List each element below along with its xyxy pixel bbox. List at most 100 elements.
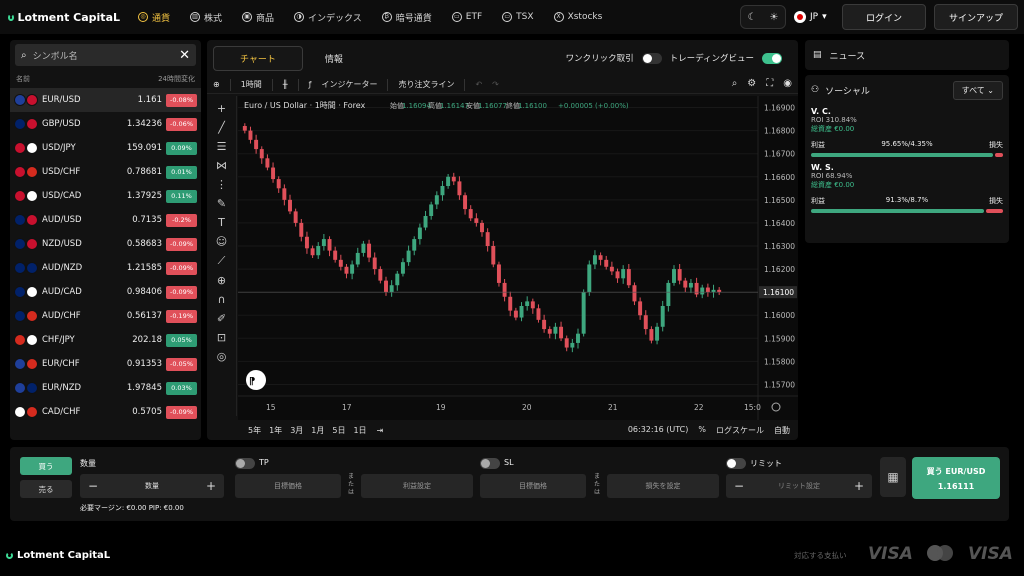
minus-icon[interactable]: − <box>88 479 98 493</box>
watchlist-row[interactable]: AUD/CHF 0.56137 -0.19% <box>10 304 201 328</box>
settings-icon[interactable]: ⚙ <box>747 78 756 89</box>
fib-icon[interactable]: ⋮ <box>216 178 227 191</box>
quantity-input[interactable]: 数量 <box>145 481 159 491</box>
undo-icon[interactable]: ↶ <box>475 80 482 89</box>
sl-target-price-input[interactable]: 目標価格 <box>480 474 586 498</box>
symbol-search[interactable]: ⌕ シンボル名 ✕ <box>15 44 196 66</box>
price-chart[interactable]: 1.16900 1.16800 1.16700 1.16600 1.16500 1.164… <box>238 96 798 420</box>
calculator-icon[interactable]: ▦ <box>880 457 906 497</box>
buy-eurusd-button[interactable]: 買う EUR/USD 1.16111 <box>912 457 1000 499</box>
goto-date-icon[interactable]: ⇥ <box>377 426 384 435</box>
search-input[interactable]: シンボル名 <box>33 49 173 62</box>
watchlist-row[interactable]: EUR/CHF 0.91353 -0.05% <box>10 352 201 376</box>
trend-line-icon[interactable]: ╱ <box>218 121 225 134</box>
limit-stepper[interactable]: − リミット設定 + <box>726 474 872 498</box>
tp-target-price-input[interactable]: 目標価格 <box>235 474 341 498</box>
magnet-icon[interactable]: ∩ <box>217 293 225 306</box>
redo-icon[interactable]: ↷ <box>492 80 499 89</box>
range-button[interactable]: 1日 <box>353 425 366 436</box>
watchlist-panel: ⌕ シンボル名 ✕ 名前 24時間変化 EUR/USD 1.161 -0.08% GB… <box>10 40 201 440</box>
watchlist-row[interactable]: CAD/CHF 0.5705 -0.09% <box>10 400 201 424</box>
nav-item-0[interactable]: ◎ 通貨 <box>128 0 180 34</box>
minus-icon[interactable]: − <box>734 479 744 493</box>
tab-info[interactable]: 情報 <box>303 47 365 70</box>
language-selector[interactable]: JP ▾ <box>794 11 834 23</box>
watchlist-row[interactable]: EUR/NZD 1.97845 0.03% <box>10 376 201 400</box>
trader-card[interactable]: V. C. ROI 310.84% 総資産 €0.00 利益 95.65%/4.35% 損… <box>811 107 1003 157</box>
eye-icon[interactable]: ◎ <box>217 350 227 363</box>
nav-item-2[interactable]: ▣ 商品 <box>232 0 284 34</box>
interval-button[interactable]: 1時間 <box>241 79 262 90</box>
range-button[interactable]: 3月 <box>290 425 303 436</box>
limit-toggle[interactable] <box>726 458 746 469</box>
range-button[interactable]: 1月 <box>311 425 324 436</box>
add-icon[interactable]: ⊕ <box>213 80 220 89</box>
auto-scale-toggle[interactable]: 自動 <box>774 425 790 436</box>
watchlist-row[interactable]: USD/CAD 1.37925 0.11% <box>10 184 201 208</box>
watchlist-row[interactable]: AUD/NZD 1.21585 -0.09% <box>10 256 201 280</box>
nav-item-3[interactable]: ◑ インデックス <box>284 0 372 34</box>
trader-card[interactable]: W. S. ROI 68.94% 総資産 €0.00 利益 91.3%/8.7% 損失 <box>811 163 1003 213</box>
brand-logo[interactable]: Lotment CapitaL <box>8 11 120 24</box>
login-button[interactable]: ログイン <box>842 4 926 30</box>
symbol-price: 1.21585 <box>126 263 162 273</box>
one-click-toggle[interactable] <box>641 52 662 64</box>
plus-icon[interactable]: + <box>206 479 216 493</box>
crosshair-icon[interactable]: + <box>217 102 226 115</box>
watchlist-row[interactable]: GBP/USD 1.34236 -0.06% <box>10 112 201 136</box>
watchlist-row[interactable]: USD/CHF 0.78681 0.01% <box>10 160 201 184</box>
footer-logo[interactable]: Lotment CapitaL <box>6 550 110 561</box>
sun-icon[interactable]: ☀ <box>770 12 779 23</box>
percent-toggle[interactable]: % <box>698 425 706 436</box>
sell-order-line-button[interactable]: 売り注文ライン <box>398 79 454 90</box>
indicators-icon[interactable]: ƒ <box>309 80 312 89</box>
watchlist-row[interactable]: EUR/USD 1.161 -0.08% <box>10 88 201 112</box>
social-filter-select[interactable]: すべて ⌄ <box>952 80 1003 100</box>
nav-item-4[interactable]: ₿ 暗号通貨 <box>372 0 442 34</box>
ruler-icon[interactable]: ⟋ <box>218 254 226 268</box>
emoji-icon[interactable]: ☺ <box>216 235 227 248</box>
nav-item-1[interactable]: ▥ 株式 <box>180 0 232 34</box>
text-icon[interactable]: T <box>218 216 225 229</box>
tp-profit-input[interactable]: 利益設定 <box>361 474 473 498</box>
range-button[interactable]: 1年 <box>269 425 282 436</box>
tab-chart[interactable]: チャート <box>213 45 303 71</box>
plus-icon[interactable]: + <box>854 479 864 493</box>
watchlist-row[interactable]: AUD/CAD 0.98406 -0.09% <box>10 280 201 304</box>
candle-type-icon[interactable]: ╫ <box>283 80 288 89</box>
signup-button[interactable]: サインアップ <box>934 4 1018 30</box>
horizontal-lines-icon[interactable]: ☰ <box>217 140 227 153</box>
moon-icon[interactable]: ☾ <box>748 12 757 23</box>
zoom-in-icon[interactable]: ⊕ <box>217 274 226 287</box>
sell-side-button[interactable]: 売る <box>20 480 72 498</box>
camera-icon[interactable]: ◉ <box>783 78 792 89</box>
watchlist-row[interactable]: USD/JPY 159.091 0.09% <box>10 136 201 160</box>
brush-icon[interactable]: ✎ <box>217 197 226 210</box>
watchlist-row[interactable]: AUD/USD 0.7135 -0.2% <box>10 208 201 232</box>
close-icon[interactable]: ✕ <box>179 48 190 63</box>
tp-toggle[interactable] <box>235 458 255 469</box>
theme-toggle[interactable]: ☾ ☀ <box>740 5 786 29</box>
flag-icon <box>14 262 26 274</box>
quantity-stepper[interactable]: − 数量 + <box>80 474 224 498</box>
lock-drawing-icon[interactable]: ✐ <box>217 312 226 325</box>
range-button[interactable]: 5日 <box>332 425 345 436</box>
sl-toggle[interactable] <box>480 458 500 469</box>
range-button[interactable]: 5年 <box>248 425 261 436</box>
limit-input[interactable]: リミット設定 <box>778 481 820 491</box>
lock-icon[interactable]: ⊡ <box>217 331 226 344</box>
pattern-icon[interactable]: ⋈ <box>216 159 227 172</box>
indicators-button[interactable]: インジケーター <box>321 79 377 90</box>
watchlist-row[interactable]: CHF/JPY 202.18 0.05% <box>10 328 201 352</box>
nav-item-6[interactable]: ▭ TSX <box>492 0 543 34</box>
news-panel[interactable]: ▤ ニュース <box>805 40 1009 70</box>
trading-view-toggle[interactable] <box>762 52 782 64</box>
watchlist-row[interactable]: NZD/USD 0.58683 -0.09% <box>10 232 201 256</box>
sl-loss-input[interactable]: 損失を設定 <box>607 474 719 498</box>
log-scale-toggle[interactable]: ログスケール <box>716 425 764 436</box>
nav-item-5[interactable]: ▭ ETF <box>442 0 492 34</box>
nav-item-7[interactable]: X Xstocks <box>544 0 613 34</box>
buy-side-button[interactable]: 買う <box>20 457 72 475</box>
quick-search-icon[interactable]: ⌕ <box>732 78 738 89</box>
fullscreen-icon[interactable]: ⛶ <box>766 78 773 89</box>
